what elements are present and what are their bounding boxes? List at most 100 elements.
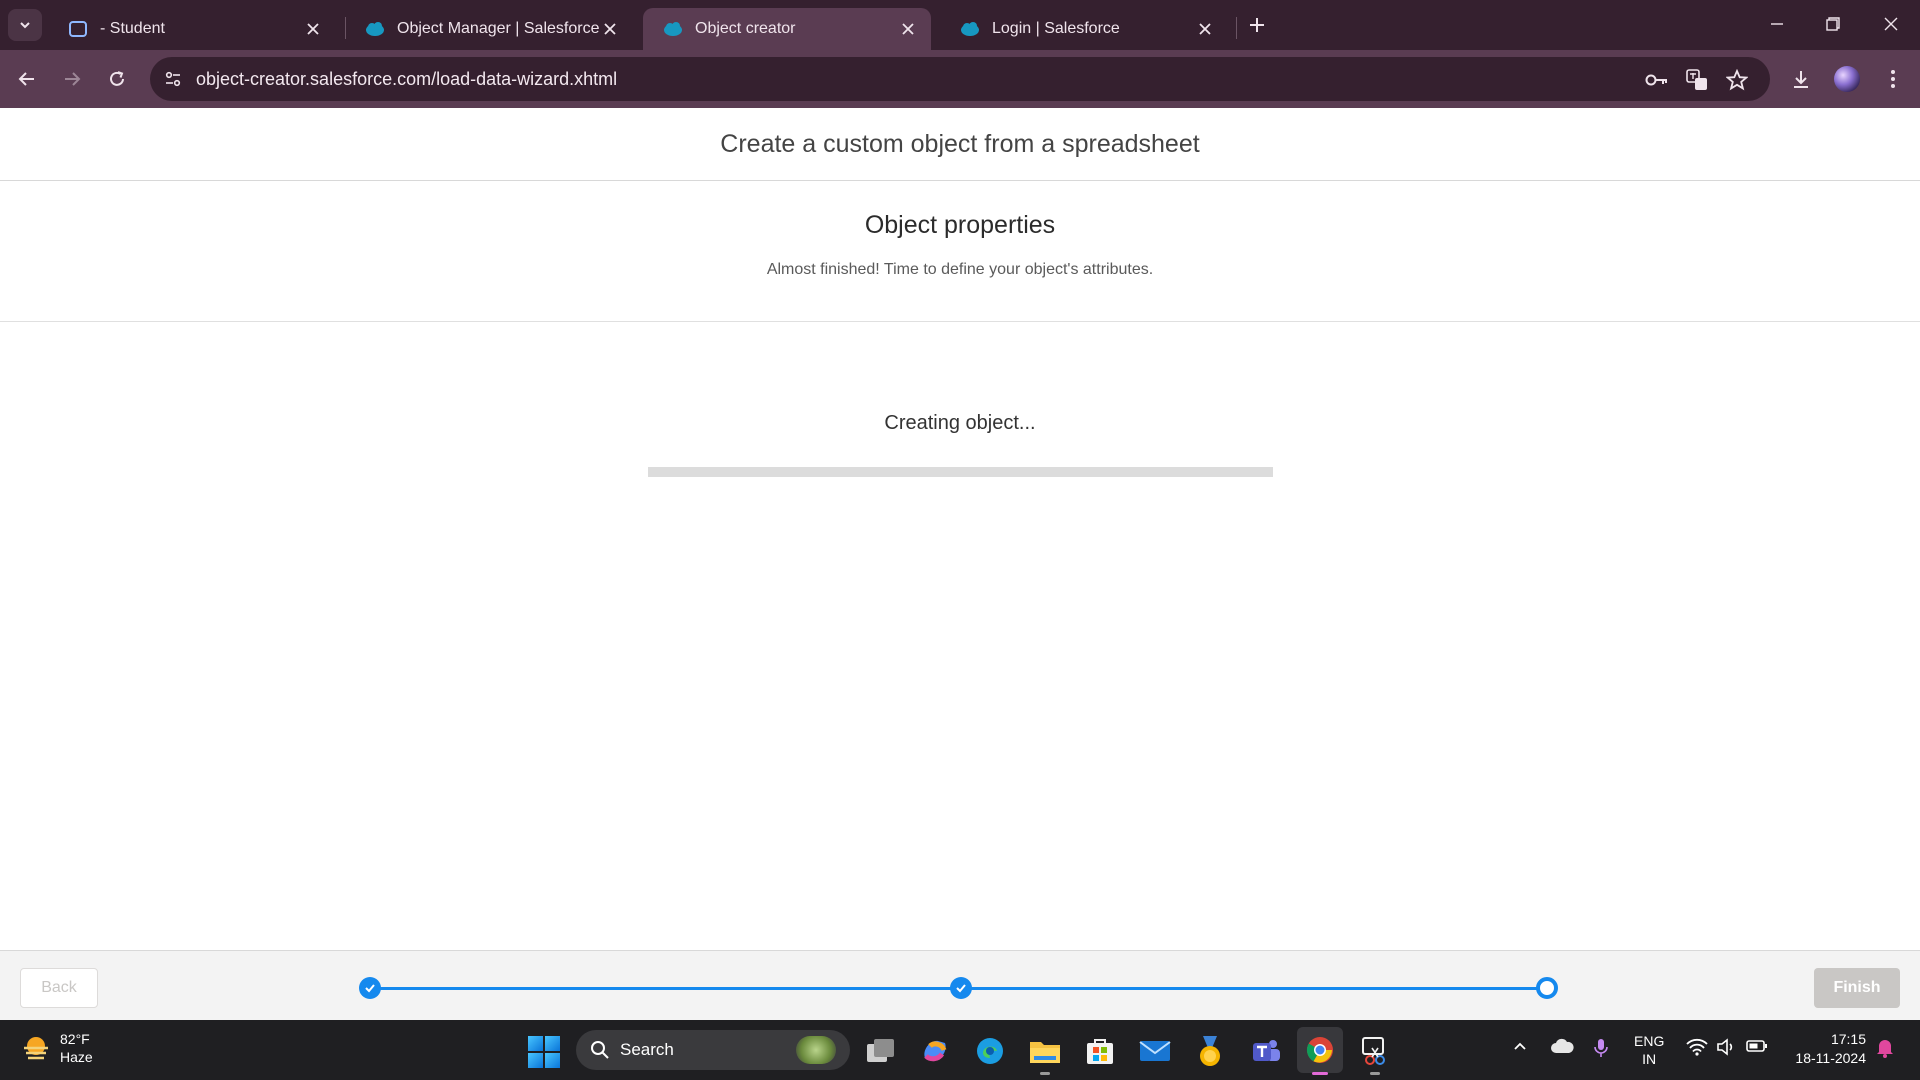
progress-bar [648,467,1273,477]
windows-logo-pane [545,1053,560,1068]
section-title: Object properties [864,211,1056,239]
edge-browser-button[interactable] [973,1034,1007,1068]
tab-title: Object Manager | Salesforce [397,20,599,37]
weather-widget[interactable]: 82°F Haze [20,1030,93,1066]
task-view-button[interactable] [864,1034,898,1068]
folder-icon [1030,1042,1060,1063]
close-icon[interactable] [599,18,621,40]
chevron-down-icon [20,22,30,29]
windows-logo-pane [528,1036,543,1051]
browser-toolbar: object-creator.salesforce.com/load-data-… [0,50,1920,108]
tab-object-manager[interactable]: Object Manager | Salesforce [345,8,633,50]
chrome-button[interactable] [1297,1027,1343,1073]
step-connector [370,987,956,990]
arrow-right-icon [65,72,81,86]
step-2-complete[interactable] [950,977,972,999]
salesforce-cloud-icon [365,19,385,39]
battery-button[interactable] [1746,1038,1768,1057]
tab-title: Login | Salesforce [992,20,1120,37]
check-icon [365,984,375,993]
taskbar-search[interactable]: Search [576,1030,850,1070]
windows-logo-pane [528,1053,543,1068]
snipping-tool-icon [1362,1037,1385,1065]
wifi-button[interactable] [1686,1038,1708,1059]
restore-icon [1826,17,1840,31]
finish-button[interactable]: Finish [1814,968,1900,1008]
download-icon [1794,71,1808,88]
copilot-button[interactable] [918,1034,952,1068]
close-icon[interactable] [1194,18,1216,40]
mail-icon [1139,1041,1171,1061]
new-tab-button[interactable] [1242,13,1272,37]
profile-button[interactable] [1830,62,1864,96]
notifications-button[interactable] [1876,1038,1894,1061]
running-indicator [1040,1072,1050,1075]
minimize-button[interactable] [1754,8,1800,40]
volume-button[interactable] [1716,1038,1736,1059]
weather-temp: 82°F [60,1031,90,1047]
snipping-tool-button[interactable] [1358,1034,1392,1068]
step-1-complete[interactable] [359,977,381,999]
active-indicator [1312,1072,1328,1075]
close-icon[interactable] [302,18,324,40]
rewards-button[interactable] [1193,1034,1227,1068]
browser-menu-button[interactable] [1876,62,1910,96]
os-taskbar: 82°F Haze Search ENG IN 17:15 18-11-2024 [0,1020,1920,1080]
reload-icon [110,71,124,86]
plus-icon [1250,18,1264,32]
url-text[interactable]: object-creator.salesforce.com/load-data-… [196,69,617,90]
tab-search-button[interactable] [8,9,42,41]
close-window-button[interactable] [1868,8,1914,40]
copilot-icon [924,1040,947,1062]
tab-student[interactable]: - Student [48,8,336,50]
onedrive-button[interactable] [1550,1038,1574,1057]
region-code: IN [1642,1051,1657,1067]
teams-button[interactable] [1248,1034,1282,1068]
restore-button[interactable] [1810,8,1856,40]
teams-icon [1253,1040,1280,1061]
address-bar[interactable]: object-creator.salesforce.com/load-data-… [150,57,1770,101]
step-3-current[interactable] [1536,977,1558,999]
store-icon [1087,1039,1113,1064]
tab-login-salesforce[interactable]: Login | Salesforce [940,8,1228,50]
bookmark-button[interactable] [1722,65,1752,95]
show-hidden-icons-button[interactable] [1512,1038,1528,1057]
wifi-icon [1686,1038,1708,1056]
tune-icon [165,71,181,87]
page-icon [68,19,88,39]
translate-button[interactable] [1682,65,1712,95]
language-code: ENG [1634,1033,1665,1049]
translate-icon [1686,69,1707,90]
tab-divider [1236,17,1237,39]
clock-time: 17:15 [1830,1031,1866,1047]
site-info-button[interactable] [158,64,188,94]
microsoft-store-button[interactable] [1083,1034,1117,1068]
close-icon[interactable] [897,18,919,40]
cloud-icon [1551,1038,1574,1053]
windows-start-button[interactable] [528,1036,560,1068]
volume-icon [1717,1038,1733,1056]
bell-icon [1877,1040,1893,1058]
back-nav-button[interactable] [10,62,44,96]
back-button[interactable]: Back [20,968,98,1008]
mail-button[interactable] [1138,1034,1172,1068]
language-indicator[interactable]: ENG IN [1634,1032,1664,1068]
tab-title: Object creator [695,20,796,37]
password-key-button[interactable] [1642,65,1672,95]
reload-button[interactable] [100,62,134,96]
clock[interactable]: 17:15 18-11-2024 [1784,1030,1866,1068]
search-highlight-image [796,1036,836,1064]
salesforce-cloud-icon [663,19,683,39]
minimize-icon [1771,23,1783,25]
chevron-up-icon [1514,1042,1526,1050]
microphone-button[interactable] [1594,1038,1608,1061]
downloads-button[interactable] [1784,62,1818,96]
forward-nav-button[interactable] [55,62,89,96]
haze-sun-icon [24,1037,48,1060]
tab-object-creator[interactable]: Object creator [643,8,931,50]
file-explorer-button[interactable] [1028,1034,1062,1068]
chrome-icon [1306,1037,1333,1063]
tab-title: - Student [100,20,165,37]
windows-logo-pane [545,1036,560,1051]
status-text: Creating object... [884,412,1036,434]
